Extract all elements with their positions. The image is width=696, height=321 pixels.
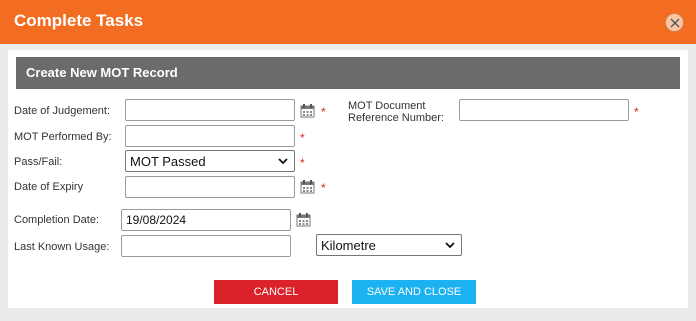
cancel-button[interactable]: CANCEL xyxy=(214,280,338,304)
required-marker: * xyxy=(321,105,326,119)
date-of-judgement-input[interactable] xyxy=(125,99,295,121)
date-of-judgement-label: Date of Judgement: xyxy=(14,105,111,117)
required-marker: * xyxy=(634,105,639,119)
required-marker: * xyxy=(321,181,326,195)
form-panel: Create New MOT Record Date of Judgement:… xyxy=(8,50,688,308)
mot-performed-by-input[interactable] xyxy=(125,125,295,147)
mot-performed-by-label: MOT Performed By: xyxy=(14,131,112,143)
mot-doc-ref-label-line2: Reference Number: xyxy=(348,112,444,124)
completion-date-label: Completion Date: xyxy=(14,214,99,226)
completion-date-input[interactable] xyxy=(121,209,291,231)
chevron-down-icon xyxy=(445,242,455,249)
last-known-usage-input[interactable] xyxy=(121,235,291,257)
required-marker: * xyxy=(300,156,305,170)
mot-doc-ref-input[interactable] xyxy=(459,99,629,121)
calendar-icon[interactable] xyxy=(300,103,315,118)
section-title: Create New MOT Record xyxy=(26,65,178,80)
pass-fail-label: Pass/Fail: xyxy=(14,156,63,168)
date-of-expiry-input[interactable] xyxy=(125,176,295,198)
date-of-expiry-label: Date of Expiry xyxy=(14,181,84,193)
dialog-title: Complete Tasks xyxy=(14,11,144,30)
required-marker: * xyxy=(300,131,305,145)
pass-fail-value: MOT Passed xyxy=(130,154,206,169)
pass-fail-select[interactable]: MOT Passed xyxy=(125,150,295,172)
calendar-icon[interactable] xyxy=(300,179,315,194)
save-and-close-button[interactable]: SAVE AND CLOSE xyxy=(352,280,476,304)
close-icon xyxy=(670,18,680,28)
section-header: Create New MOT Record xyxy=(16,57,680,89)
last-known-usage-label: Last Known Usage: xyxy=(14,241,110,253)
mot-doc-ref-label-line1: MOT Document xyxy=(348,100,426,112)
close-button[interactable] xyxy=(665,13,684,32)
usage-unit-select[interactable]: Kilometre xyxy=(316,234,462,256)
chevron-down-icon xyxy=(278,158,288,165)
dialog-titlebar: Complete Tasks xyxy=(0,0,696,44)
calendar-icon[interactable] xyxy=(296,212,311,227)
usage-unit-value: Kilometre xyxy=(321,238,376,253)
